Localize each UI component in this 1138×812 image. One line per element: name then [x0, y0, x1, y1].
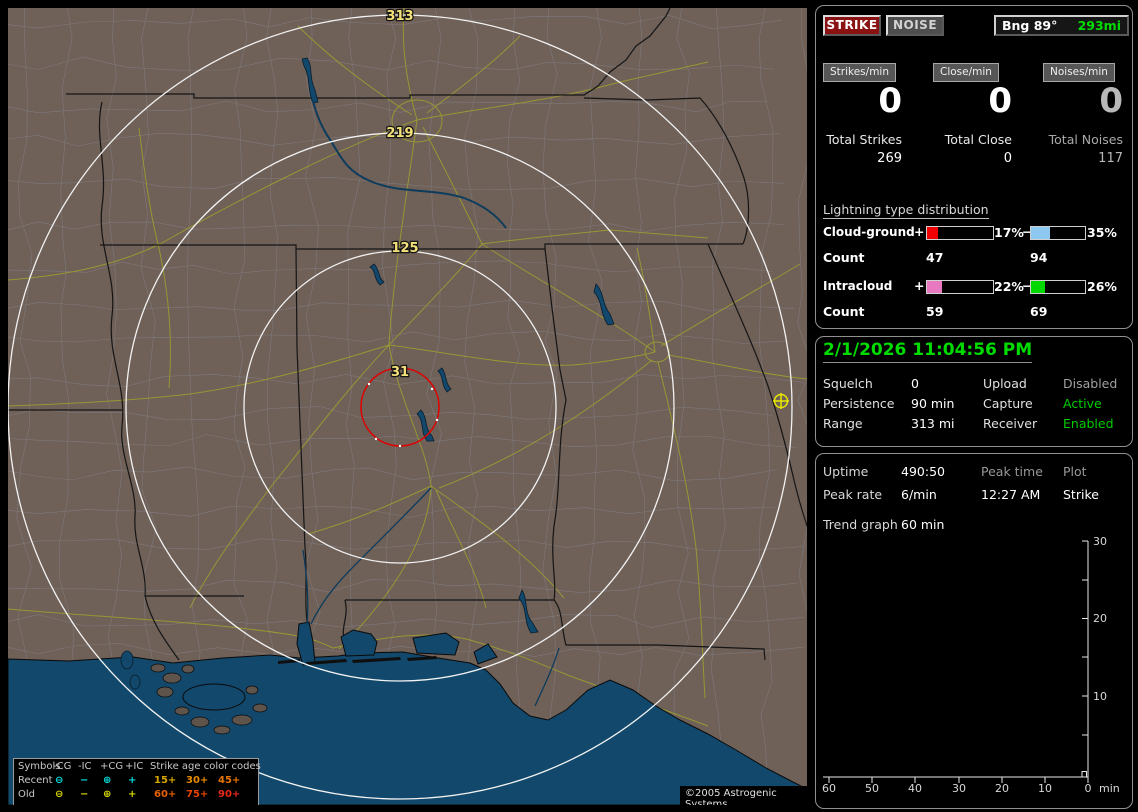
age-45: 45+: [218, 775, 241, 786]
map-legend: Symbols -CG -IC +CG +IC Strike age color…: [13, 758, 261, 805]
noise-button[interactable]: NOISE: [886, 15, 944, 36]
plus-icon: +: [914, 224, 925, 239]
ring-label-313: 313: [386, 9, 413, 24]
neg-ic-pct: 26%: [1087, 279, 1117, 294]
ring-label-219: 219: [386, 126, 413, 141]
minus-icon: −: [80, 775, 89, 786]
status-row: Squelch 0 Upload Disabled: [816, 376, 1134, 392]
pos-ic-bar: [926, 280, 994, 294]
squelch-value: 0: [911, 376, 919, 391]
legend-age-title: Strike age color codes: [150, 761, 261, 772]
legend-col-ncg: -CG: [53, 761, 72, 772]
circle-plus-icon: ⊕: [103, 789, 112, 800]
circle-minus-icon: ⊖: [55, 775, 64, 786]
copyright-notice: ©2005 Astrogenic Systems: [680, 786, 807, 805]
persistence-value: 90 min: [911, 396, 955, 411]
x-tick-10: 10: [1038, 782, 1052, 795]
circle-plus-icon: ⊕: [103, 775, 112, 786]
y-tick-10: 10: [1093, 690, 1107, 703]
x-axis-unit: min: [1099, 782, 1120, 795]
cloud-ground-label: Cloud-ground: [823, 225, 915, 239]
strikes-per-min-chip[interactable]: Strikes/min: [823, 63, 896, 82]
legend-col-pic: +IC: [125, 761, 144, 772]
age-60: 60+: [154, 789, 177, 800]
upload-label: Upload: [983, 376, 1027, 391]
status-row: Range 313 mi Receiver Enabled: [816, 416, 1134, 432]
plus-icon: +: [914, 278, 925, 293]
age-75: 75+: [186, 789, 209, 800]
cg-pos-count: 47: [926, 250, 944, 265]
total-strikes-label: Total Strikes: [826, 132, 902, 147]
x-tick-20: 20: [995, 782, 1009, 795]
strikes-rate: 0: [878, 81, 902, 121]
ic-count-label: Count: [823, 304, 865, 319]
legend-col-nic: -IC: [78, 761, 92, 772]
distribution-title: Lightning type distribution: [823, 202, 989, 219]
intracloud-label: Intracloud: [823, 279, 893, 293]
plus-icon: +: [128, 775, 137, 786]
y-tick-20: 20: [1093, 612, 1107, 625]
total-noises-label: Total Noises: [1048, 132, 1123, 147]
neg-cg-pct: 35%: [1087, 225, 1117, 240]
ic-neg-count: 69: [1030, 304, 1048, 319]
noises-rate: 0: [1099, 81, 1123, 121]
ring-label-31: 31: [391, 365, 409, 380]
datetime-display: 2/1/2026 11:04:56 PM: [823, 340, 1033, 363]
x-tick-60: 60: [822, 782, 836, 795]
pos-cg-bar: [926, 226, 994, 240]
neg-cg-bar: [1030, 226, 1086, 240]
x-tick-40: 40: [908, 782, 922, 795]
receiver-label: Receiver: [983, 416, 1038, 431]
age-15: 15+: [154, 775, 177, 786]
x-tick-50: 50: [865, 782, 879, 795]
total-strikes-value: 269: [877, 151, 902, 166]
range-value: 313 mi: [911, 416, 955, 431]
ic-pos-count: 59: [926, 304, 944, 319]
persistence-label: Persistence: [823, 396, 895, 411]
trend-panel: Uptime 490:50 Peak time Plot Peak rate 6…: [815, 453, 1133, 809]
circle-minus-icon: ⊖: [55, 789, 64, 800]
total-noises-value: 117: [1098, 151, 1123, 166]
x-tick-30: 30: [952, 782, 966, 795]
strike-button[interactable]: STRIKE: [823, 15, 881, 36]
lightning-detector-app: 313 219 125 31 Symbols -CG -IC +CG +IC S…: [0, 0, 1138, 812]
close-per-min-chip[interactable]: Close/min: [933, 63, 999, 82]
bearing-value: Bng 89°: [1002, 18, 1058, 33]
legend-row-old: Old: [18, 789, 35, 800]
ring-label-125: 125: [391, 241, 418, 256]
squelch-label: Squelch: [823, 376, 873, 391]
receiver-value: Enabled: [1063, 416, 1114, 431]
y-tick-30: 30: [1093, 535, 1107, 548]
age-90: 90+: [218, 789, 241, 800]
noises-per-min-chip[interactable]: Noises/min: [1043, 63, 1115, 82]
pos-ic-pct: 22%: [994, 279, 1024, 294]
capture-label: Capture: [983, 396, 1033, 411]
range-label: Range: [823, 416, 863, 431]
capture-value: Active: [1063, 396, 1102, 411]
total-close-label: Total Close: [944, 132, 1012, 147]
cg-count-label: Count: [823, 250, 865, 265]
time-zero-cursor: [1081, 771, 1087, 778]
trend-graph-chart: 30 20 10 60 50 40 30 20 10 0 min: [822, 535, 1120, 795]
minus-icon: −: [80, 789, 89, 800]
status-panel: 2/1/2026 11:04:56 PM Squelch 0 Upload Di…: [815, 336, 1133, 447]
status-row: Persistence 90 min Capture Active: [816, 396, 1134, 412]
age-30: 30+: [186, 775, 209, 786]
total-close-value: 0: [1003, 151, 1012, 166]
bearing-readout: Bng 89° 293mi: [994, 15, 1129, 36]
legend-col-pcg: +CG: [100, 761, 124, 772]
strike-map[interactable]: 313 219 125 31 Symbols -CG -IC +CG +IC S…: [8, 8, 807, 805]
x-tick-0: 0: [1085, 782, 1092, 795]
plus-icon: +: [128, 789, 137, 800]
distance-value: 293mi: [1077, 18, 1121, 33]
upload-value: Disabled: [1063, 376, 1118, 391]
lake-pontchartrain: [182, 683, 246, 711]
close-rate: 0: [988, 81, 1012, 121]
legend-row-recent: Recent: [18, 775, 53, 786]
cg-neg-count: 94: [1030, 250, 1048, 265]
map-canvas: 313 219 125 31: [8, 8, 807, 805]
neg-ic-bar: [1030, 280, 1086, 294]
pos-cg-pct: 17%: [994, 225, 1024, 240]
counters-panel: STRIKE NOISE Bng 89° 293mi Strikes/min C…: [815, 5, 1133, 329]
